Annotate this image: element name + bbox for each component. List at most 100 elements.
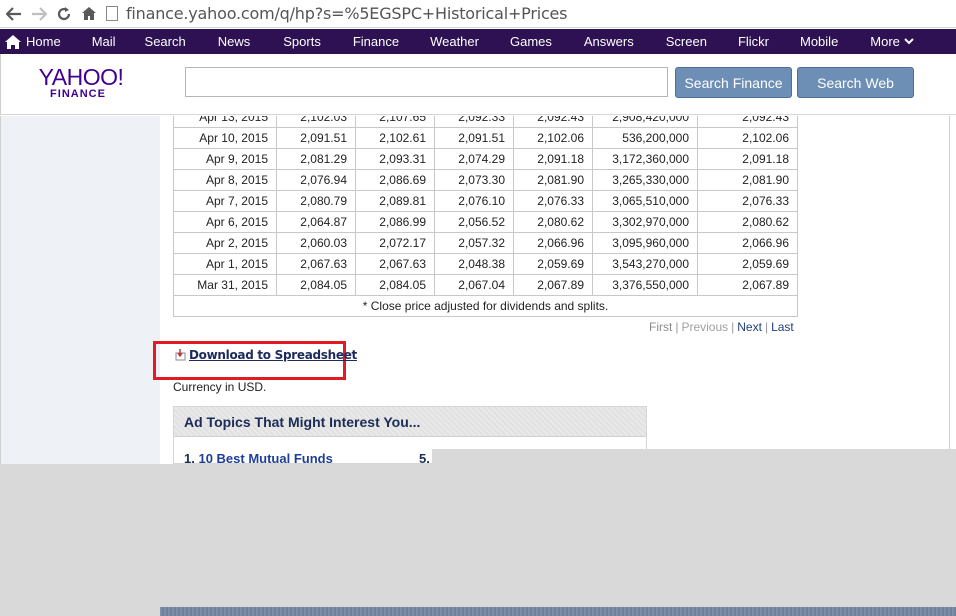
table-cell: 2,081.90 (513, 169, 593, 191)
table-cell: Apr 2, 2015 (173, 232, 277, 254)
table-cell: 2,089.81 (355, 190, 435, 212)
nav-item-answers[interactable]: Answers (584, 29, 634, 54)
table-cell: 2,067.63 (355, 253, 435, 275)
download-spreadsheet-label[interactable]: Download to Spreadsheet (189, 348, 357, 362)
left-gutter (0, 116, 160, 464)
table-cell: Apr 13, 2015 (173, 116, 277, 128)
table-cell: 3,065,510,000 (592, 190, 698, 212)
pager-separator: | (764, 320, 769, 334)
table-cell: Apr 9, 2015 (173, 148, 277, 170)
pager: First | Previous | Next | Last (649, 320, 794, 334)
ad-item-1[interactable]: 1. 10 Best Mutual Funds (184, 451, 333, 464)
table-cell: 2,059.69 (697, 253, 798, 275)
table-cell: 2,102.06 (697, 127, 798, 149)
table-cell: 2,092.33 (434, 116, 514, 128)
pager-next-link[interactable]: Next (737, 320, 762, 334)
home-icon[interactable] (78, 3, 100, 25)
table-cell: 2,080.62 (697, 211, 798, 233)
yahoo-finance-logo[interactable]: YAHOO! FINANCE (31, 66, 131, 101)
table-row: Apr 2, 2015 2,060.03 2,072.17 2,057.32 2,066… (173, 232, 798, 254)
table-cell: 2,092.43 (697, 116, 798, 128)
pager-separator: | (675, 320, 679, 334)
ad-item-5[interactable]: 5. (419, 451, 430, 463)
table-row: Mar 31, 2015 2,084.05 2,084.05 2,067.04 2,06… (173, 274, 798, 296)
table-cell: 2,091.18 (513, 148, 593, 170)
table-cell: 2,086.69 (355, 169, 435, 191)
bottom-scrollbar-strip (160, 607, 956, 616)
download-spreadsheet-link[interactable]: Download to Spreadsheet (175, 348, 357, 362)
table-cell: 2,048.38 (434, 253, 514, 275)
right-scroll-edge (949, 116, 956, 464)
table-cell: 2,057.32 (434, 232, 514, 254)
table-row: Apr 8, 2015 2,076.94 2,086.69 2,073.30 2,081… (173, 169, 798, 191)
nav-item-finance[interactable]: Finance (353, 29, 399, 54)
ad-item-link[interactable]: 10 Best Mutual Funds (198, 451, 332, 463)
finance-header: YAHOO! FINANCE Search Finance Search Web (0, 54, 956, 115)
table-cell: 3,543,270,000 (592, 253, 698, 275)
table-note-row: * Close price adjusted for dividends and… (173, 295, 798, 317)
table-cell: 2,067.63 (276, 253, 356, 275)
nav-item-flickr[interactable]: Flickr (738, 29, 769, 54)
table-cell: Apr 6, 2015 (173, 211, 277, 233)
table-cell: 3,302,970,000 (592, 211, 698, 233)
table-cell: 3,376,550,000 (592, 274, 698, 296)
pager-first-link[interactable]: First (649, 320, 672, 334)
address-bar[interactable]: finance.yahoo.com/q/hp?s=%5EGSPC+Histori… (106, 2, 956, 26)
table-row: Apr 10, 2015 2,091.51 2,102.61 2,091.51 2,10… (173, 127, 798, 149)
nav-item-weather[interactable]: Weather (430, 29, 479, 54)
nav-item-sports[interactable]: Sports (283, 29, 321, 54)
table-cell: 2,060.03 (276, 232, 356, 254)
table-row: Apr 1, 2015 2,067.63 2,067.63 2,048.38 2,059… (173, 253, 798, 275)
nav-item-more[interactable]: More (870, 29, 914, 54)
table-cell: 536,200,000 (592, 127, 698, 149)
home-icon (5, 34, 21, 49)
arrow-right-icon[interactable] (28, 3, 50, 25)
search-input[interactable] (185, 67, 668, 97)
nav-item-search[interactable]: Search (145, 29, 186, 54)
pager-separator: | (731, 320, 735, 334)
search-web-button[interactable]: Search Web (797, 67, 914, 98)
table-cell: 2,073.30 (434, 169, 514, 191)
nav-item-news[interactable]: News (218, 29, 251, 54)
table-cell: 3,172,360,000 (592, 148, 698, 170)
table-cell: 2,076.94 (276, 169, 356, 191)
table-cell: 3,265,330,000 (592, 169, 698, 191)
table-cell: 2,076.10 (434, 190, 514, 212)
arrow-left-icon[interactable] (3, 3, 25, 25)
table-cell: 2,091.51 (276, 127, 356, 149)
table-cell: 2,067.89 (697, 274, 798, 296)
table-note: * Close price adjusted for dividends and… (173, 295, 798, 317)
table-row: Apr 9, 2015 2,081.29 2,093.31 2,074.29 2,091… (173, 148, 798, 170)
yahoo-nav-bar: Home Mail Search News Sports Finance Wea… (0, 29, 956, 54)
nav-item-mail[interactable]: Mail (92, 29, 116, 54)
search-finance-button[interactable]: Search Finance (675, 67, 792, 98)
table-cell: 2,102.06 (513, 127, 593, 149)
nav-item-mobile[interactable]: Mobile (800, 29, 838, 54)
nav-item-screen[interactable]: Screen (666, 29, 707, 54)
nav-item-games[interactable]: Games (510, 29, 552, 54)
nav-item-label: Home (26, 34, 61, 49)
browser-toolbar: finance.yahoo.com/q/hp?s=%5EGSPC+Histori… (0, 0, 956, 28)
table-cell: 2,076.33 (697, 190, 798, 212)
table-cell: 2,091.51 (434, 127, 514, 149)
table-cell: 2,072.17 (355, 232, 435, 254)
pager-previous-link[interactable]: Previous (681, 320, 728, 334)
table-cell: 2,084.05 (355, 274, 435, 296)
ad-item-number: 1. (184, 451, 195, 464)
table-cell: Apr 7, 2015 (173, 190, 277, 212)
url-text[interactable]: finance.yahoo.com/q/hp?s=%5EGSPC+Histori… (126, 4, 568, 23)
table-row: Apr 7, 2015 2,080.79 2,089.81 2,076.10 2,076… (173, 190, 798, 212)
pager-last-link[interactable]: Last (771, 320, 794, 334)
table-cell: 2,081.29 (276, 148, 356, 170)
nav-item-home[interactable]: Home (5, 29, 61, 54)
table-cell: 2,908,420,000 (592, 116, 698, 128)
table-cell: 2,102.03 (276, 116, 356, 128)
table-cell: 2,102.61 (355, 127, 435, 149)
currency-note: Currency in USD. (173, 380, 267, 394)
table-cell: 2,080.79 (276, 190, 356, 212)
historical-prices-table-viewport: Apr 13, 2015 2,102.03 2,107.65 2,092.33 2,09… (160, 116, 820, 326)
reload-icon[interactable] (53, 3, 75, 25)
table-cell: 2,076.33 (513, 190, 593, 212)
table-cell: 2,059.69 (513, 253, 593, 275)
table-cell: 2,067.89 (513, 274, 593, 296)
